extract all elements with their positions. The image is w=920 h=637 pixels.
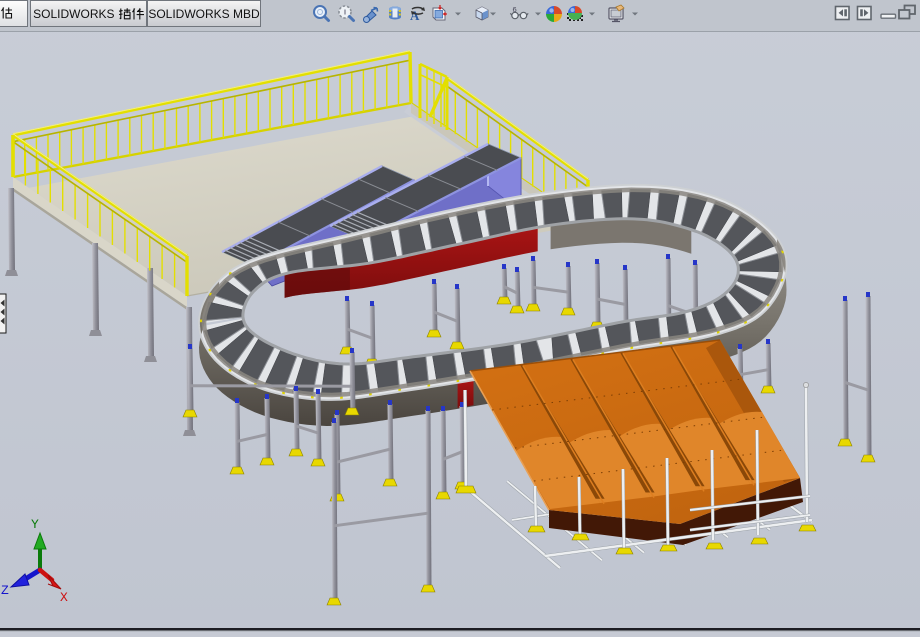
svg-text:Z: Z	[1, 583, 9, 598]
svg-text:X: X	[60, 590, 68, 605]
svg-text:Y: Y	[31, 517, 39, 532]
svg-text:6: 6	[513, 5, 517, 14]
svg-text:A: A	[410, 8, 420, 23]
